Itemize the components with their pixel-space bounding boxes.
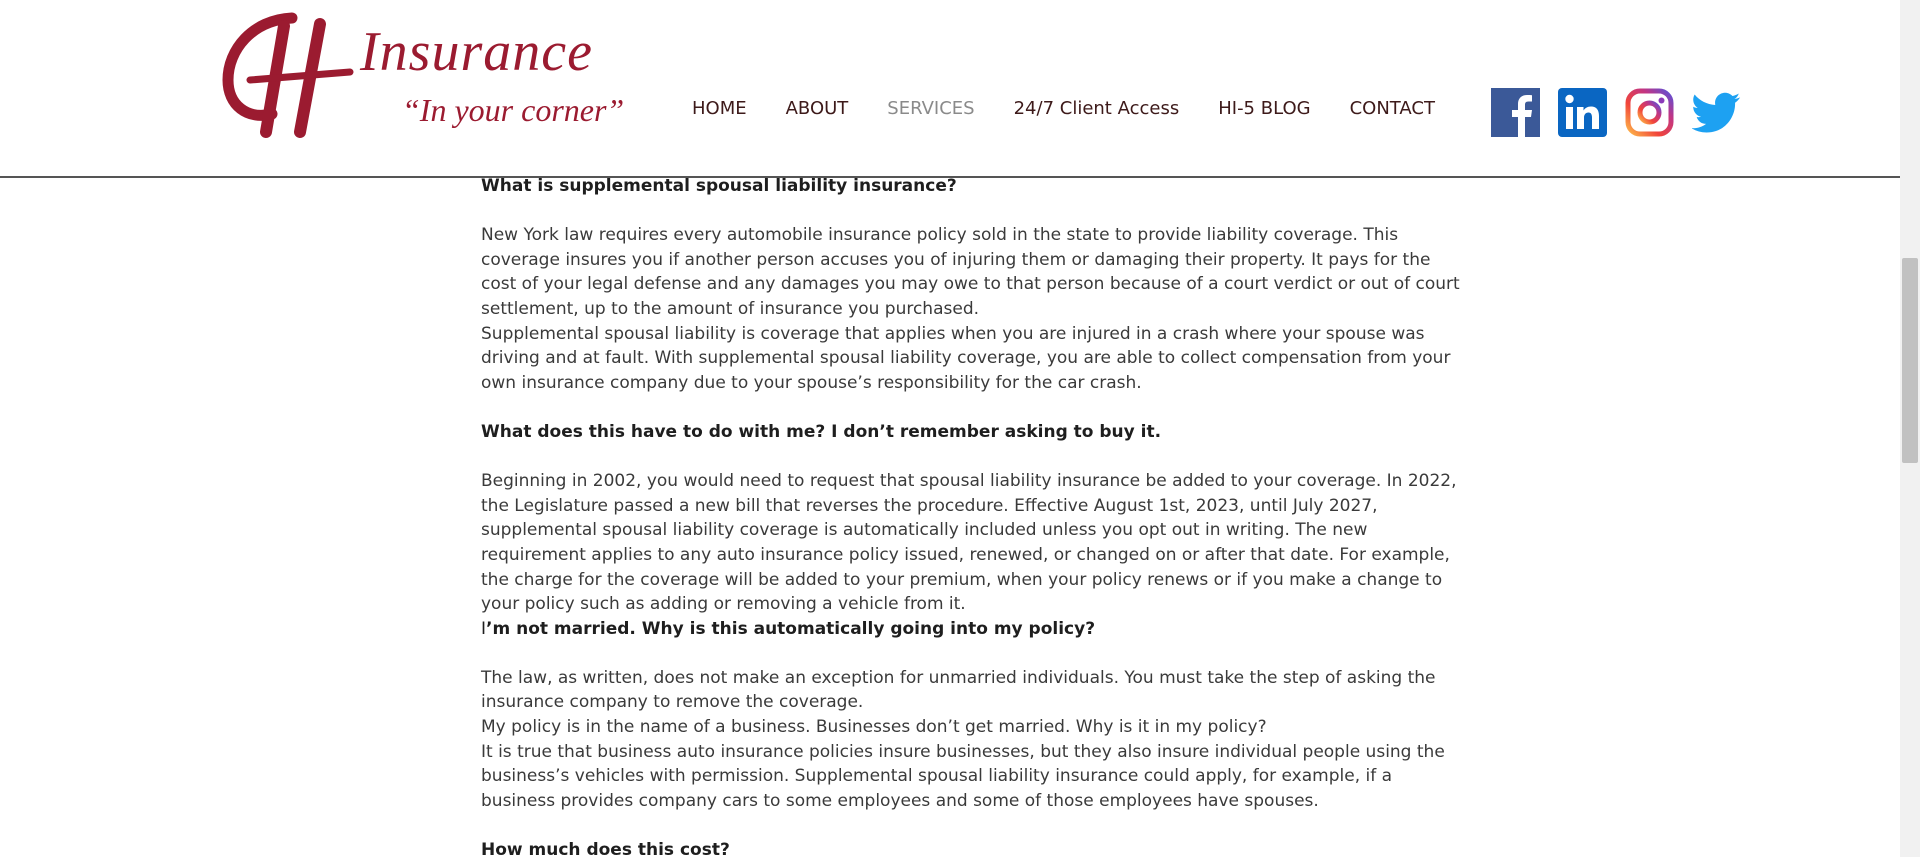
question-heading: What is supplemental spousal liability i… [481,176,957,196]
answer-paragraph: The law, as written, does not make an ex… [481,667,1436,713]
main-nav: HOME ABOUT SERVICES 24/7 Client Access H… [692,98,1435,128]
article-body: What is supplemental spousal liability i… [481,174,1461,863]
facebook-icon [1491,88,1540,137]
twitter-link[interactable] [1691,88,1741,137]
nav-blog[interactable]: HI-5 BLOG [1218,98,1310,128]
nav-home[interactable]: HOME [692,98,747,128]
social-links [1491,88,1741,137]
twitter-icon [1691,92,1741,133]
question-heading: How much does this cost? [481,840,730,861]
answer-paragraph: Beginning in 2002, you would need to req… [481,471,1457,615]
answer-paragraph: It is true that business auto insurance … [481,741,1445,811]
answer-paragraph: New York law requires every automobile i… [481,225,1460,319]
linkedin-icon [1558,88,1607,137]
instagram-link[interactable] [1625,88,1674,137]
nav-client-access[interactable]: 24/7 Client Access [1014,98,1180,128]
logo-title: Insurance [360,21,593,83]
question-text: ’m not married. Why is this automaticall… [486,618,1096,639]
nav-services[interactable]: SERVICES [887,98,974,128]
nav-contact[interactable]: CONTACT [1350,98,1435,128]
scrollbar-thumb[interactable] [1902,258,1918,463]
instagram-icon [1625,88,1674,137]
page-scrollbar[interactable] [1900,0,1920,857]
answer-paragraph: Supplemental spousal liability is covera… [481,323,1451,393]
company-logo[interactable]: Insurance “In your corner” [222,10,662,150]
facebook-link[interactable] [1491,88,1540,137]
logo-tagline: “In your corner” [402,92,625,128]
nav-about[interactable]: ABOUT [786,98,849,128]
linkedin-link[interactable] [1558,88,1607,137]
question-heading: I’m not married. Why is this automatical… [481,617,1461,642]
answer-paragraph: My policy is in the name of a business. … [481,717,1267,738]
question-heading: What does this have to do with me? I don… [481,421,1162,442]
site-header: Insurance “In your corner” HOME ABOUT SE… [0,0,1900,178]
